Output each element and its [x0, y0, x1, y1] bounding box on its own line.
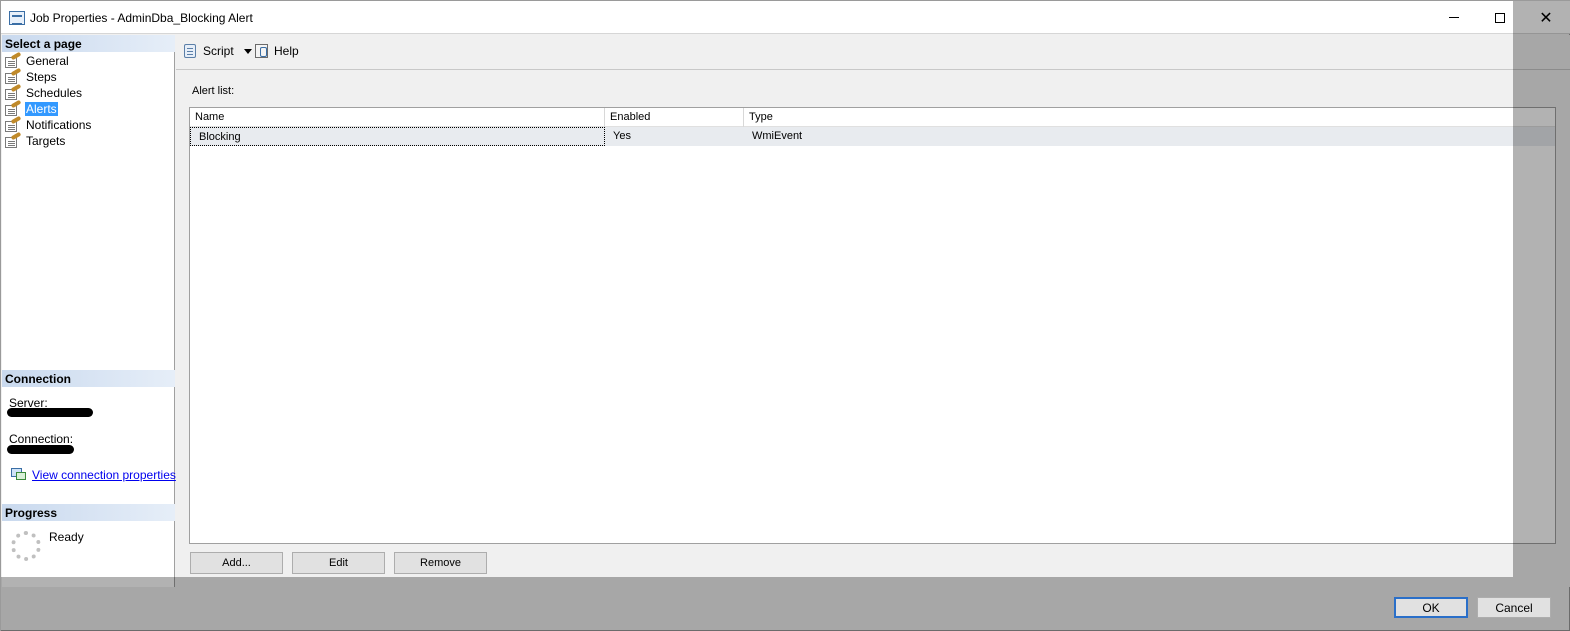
help-icon: [254, 43, 270, 59]
page-settings-icon: [4, 67, 22, 85]
page-settings-icon: [4, 83, 22, 101]
toolbar: Script Help: [176, 35, 1570, 70]
title-bar: Job Properties - AdminDba_Blocking Alert…: [1, 1, 1570, 34]
page-item-general[interactable]: General: [4, 51, 92, 69]
close-button[interactable]: ✕: [1523, 1, 1569, 34]
page-list: General Steps Schedules Alerts Notificat…: [4, 51, 92, 149]
minimize-button[interactable]: [1431, 1, 1477, 34]
script-icon: [183, 43, 199, 59]
progress-status: Ready: [49, 530, 84, 544]
script-label: Script: [203, 44, 234, 58]
page-item-alerts[interactable]: Alerts: [4, 99, 92, 117]
script-button[interactable]: Script: [183, 42, 252, 60]
view-connection-properties-link[interactable]: View connection properties: [32, 468, 176, 482]
add-button[interactable]: Add...: [190, 552, 283, 574]
page-item-targets[interactable]: Targets: [4, 131, 92, 149]
column-header-name[interactable]: Name: [190, 108, 605, 127]
right-pane: Script Help Alert list: Name Enabled Typ…: [176, 35, 1570, 587]
close-icon: ✕: [1539, 9, 1553, 27]
connection-header: Connection: [2, 370, 175, 387]
page-settings-icon: [4, 131, 22, 149]
page-item-label: General: [26, 54, 69, 68]
page-item-label: Steps: [26, 70, 57, 84]
maximize-icon: [1495, 12, 1505, 23]
cell-type: WmiEvent: [752, 130, 803, 142]
column-header-enabled[interactable]: Enabled: [605, 108, 744, 127]
cancel-button[interactable]: Cancel: [1477, 597, 1551, 618]
redacted-server-value: [7, 408, 93, 417]
job-properties-window: Job Properties - AdminDba_Blocking Alert…: [0, 0, 1570, 631]
ok-button[interactable]: OK: [1394, 597, 1468, 618]
page-item-schedules[interactable]: Schedules: [4, 83, 92, 101]
page-item-label: Alerts: [25, 102, 58, 116]
chevron-down-icon[interactable]: [243, 48, 252, 54]
cell-name: Blocking: [190, 127, 605, 146]
page-item-label: Schedules: [26, 86, 83, 100]
help-label: Help: [274, 44, 299, 58]
table-row[interactable]: Blocking Yes WmiEvent: [190, 127, 1555, 146]
page-item-label: Notifications: [26, 118, 92, 132]
page-item-label: Targets: [26, 134, 66, 148]
progress-spinner-icon: [11, 531, 41, 561]
minimize-icon: [1449, 17, 1459, 18]
connection-label: Connection:: [9, 432, 74, 446]
page-settings-icon: [4, 115, 22, 133]
app-icon: [9, 11, 25, 25]
edit-button[interactable]: Edit: [292, 552, 385, 574]
alert-list-label: Alert list:: [192, 85, 235, 97]
maximize-button[interactable]: [1477, 1, 1523, 34]
window-title: Job Properties - AdminDba_Blocking Alert: [30, 11, 253, 25]
select-page-header: Select a page: [2, 35, 175, 52]
remove-button[interactable]: Remove: [394, 552, 487, 574]
page-item-steps[interactable]: Steps: [4, 67, 92, 85]
page-item-notifications[interactable]: Notifications: [4, 115, 92, 133]
left-pane: Select a page General Steps Schedules Al…: [2, 35, 176, 587]
alert-list-grid[interactable]: Name Enabled Type Blocking Yes WmiEvent: [189, 107, 1556, 544]
page-settings-icon: [4, 99, 22, 117]
progress-header: Progress: [2, 504, 175, 521]
connection-properties-icon: [11, 468, 27, 482]
grid-header: Name Enabled Type: [190, 108, 1555, 127]
column-header-type[interactable]: Type: [744, 108, 1555, 127]
cell-enabled: Yes: [613, 130, 631, 142]
help-button[interactable]: Help: [254, 42, 299, 60]
page-settings-icon: [4, 51, 22, 69]
redacted-connection-value: [7, 445, 74, 454]
